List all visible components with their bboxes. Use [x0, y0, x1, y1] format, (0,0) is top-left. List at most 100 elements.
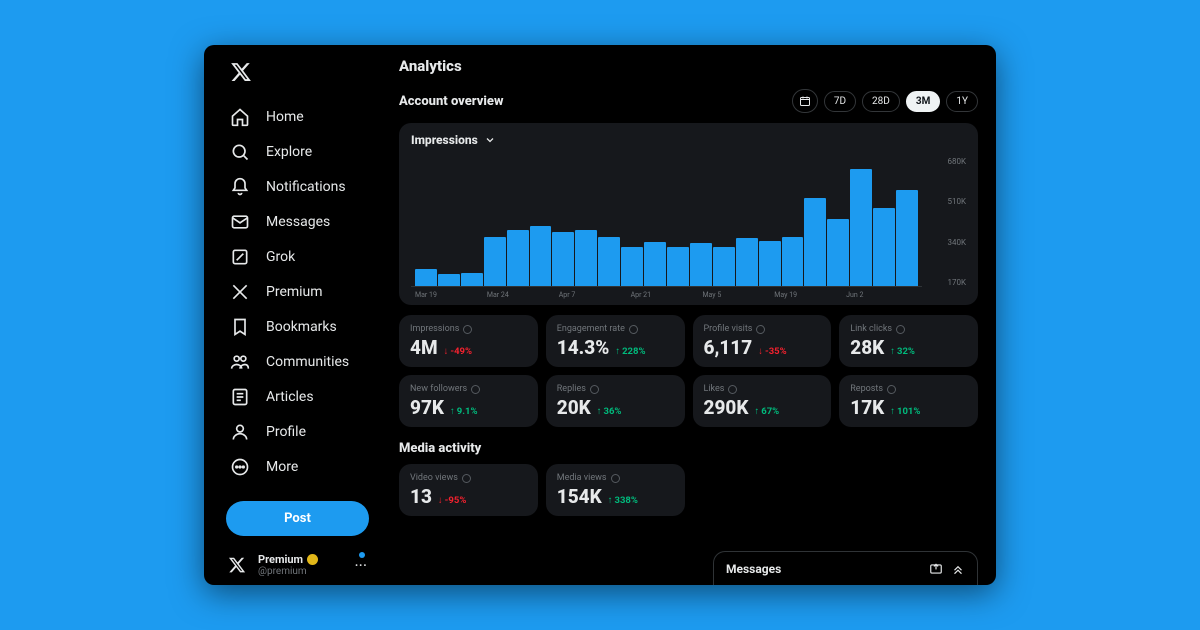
chart-bar[interactable]: [552, 232, 574, 286]
stat-card-reposts[interactable]: Reposts17K 101%: [839, 375, 978, 427]
chart-bar[interactable]: [621, 247, 643, 286]
chart-metric-selector[interactable]: Impressions: [411, 133, 966, 147]
articles-icon: [230, 387, 250, 407]
sidebar-item-bookmarks[interactable]: Bookmarks: [226, 311, 389, 343]
home-icon: [230, 107, 250, 127]
sidebar-item-premium[interactable]: Premium: [226, 276, 389, 308]
info-icon[interactable]: [590, 385, 599, 394]
sidebar-item-explore[interactable]: Explore: [226, 136, 389, 168]
sidebar-item-communities[interactable]: Communities: [226, 346, 389, 378]
stat-label: Replies: [557, 384, 586, 394]
chart-bars-area: [411, 155, 922, 287]
info-icon[interactable]: [896, 325, 905, 334]
x-logo[interactable]: [230, 61, 389, 87]
stat-value: 14.3%: [557, 336, 610, 359]
stat-delta: 338%: [608, 495, 638, 506]
range-3m[interactable]: 3M: [906, 91, 941, 112]
stat-card-replies[interactable]: Replies20K 36%: [546, 375, 685, 427]
bell-icon: [230, 177, 250, 197]
chart-bar[interactable]: [644, 242, 666, 286]
chart-bar[interactable]: [736, 238, 758, 286]
sidebar-item-profile[interactable]: Profile: [226, 416, 389, 448]
stat-card-impressions[interactable]: Impressions4M -49%: [399, 315, 538, 367]
sidebar: HomeExploreNotificationsMessages Grok Prem…: [204, 45, 389, 585]
chart-bar[interactable]: [713, 247, 735, 286]
x-avatar-icon: [226, 554, 248, 576]
stat-card-video-views[interactable]: Video views13 -95%: [399, 464, 538, 516]
stat-card-likes[interactable]: Likes290K 67%: [693, 375, 832, 427]
chart-bar[interactable]: [690, 243, 712, 286]
stat-delta: -49%: [444, 346, 472, 357]
sidebar-item-notifications[interactable]: Notifications: [226, 171, 389, 203]
calendar-icon: [799, 95, 811, 107]
info-icon[interactable]: [471, 385, 480, 394]
chart-bar[interactable]: [484, 237, 506, 286]
stat-label: Reposts: [850, 384, 883, 394]
messages-dock[interactable]: Messages: [713, 551, 978, 585]
chevron-down-icon: [484, 134, 496, 146]
chart-bar[interactable]: [575, 230, 597, 286]
stat-value: 13: [410, 485, 432, 508]
account-switcher[interactable]: Premium @premium ···: [226, 554, 369, 577]
stat-value: 6,117: [704, 336, 753, 359]
chart-bar[interactable]: [804, 198, 826, 286]
chart-bar[interactable]: [896, 190, 918, 286]
chart-bar[interactable]: [827, 219, 849, 286]
account-handle: @premium: [258, 566, 318, 577]
info-icon[interactable]: [463, 325, 472, 334]
new-message-icon[interactable]: [929, 562, 943, 576]
info-icon[interactable]: [887, 385, 896, 394]
mail-icon: [230, 212, 250, 232]
chart-bar[interactable]: [667, 247, 689, 286]
chart-bar[interactable]: [782, 237, 804, 286]
sidebar-item-articles[interactable]: Articles: [226, 381, 389, 413]
chart-bar[interactable]: [598, 237, 620, 286]
range-7d[interactable]: 7D: [824, 91, 856, 112]
more-icon: [230, 457, 250, 477]
chart-bar[interactable]: [415, 269, 437, 286]
sidebar-item-messages[interactable]: Messages: [226, 206, 389, 238]
date-picker-button[interactable]: [792, 89, 818, 113]
chart-bar[interactable]: [507, 230, 529, 286]
chart-bar[interactable]: [530, 226, 552, 286]
expand-up-icon[interactable]: [951, 562, 965, 576]
sidebar-item-home[interactable]: Home: [226, 101, 389, 133]
stat-label: Media views: [557, 473, 607, 483]
stat-value: 28K: [850, 336, 884, 359]
info-icon[interactable]: [462, 474, 471, 483]
stat-card-profile-visits[interactable]: Profile visits6,117 -35%: [693, 315, 832, 367]
sidebar-item-more[interactable]: More: [226, 451, 389, 483]
stat-delta: 228%: [615, 346, 645, 357]
info-icon[interactable]: [728, 385, 737, 394]
stat-value: 290K: [704, 396, 749, 419]
grok-icon: [230, 247, 250, 267]
chart-x-axis: Mar 19Mar 24Apr 7Apr 21May 5May 19Jun 2: [411, 287, 966, 299]
chart-bar[interactable]: [759, 241, 781, 286]
info-icon[interactable]: [611, 474, 620, 483]
bookmark-icon: [230, 317, 250, 337]
app-window: HomeExploreNotificationsMessagesGrokPrem…: [204, 45, 996, 585]
info-icon[interactable]: [756, 325, 765, 334]
chart-bar[interactable]: [873, 208, 895, 286]
post-button[interactable]: Post: [226, 501, 369, 536]
more-icon[interactable]: ···: [352, 556, 369, 575]
stat-delta: 67%: [755, 406, 780, 417]
chart-bar[interactable]: [461, 273, 483, 286]
stat-label: Profile visits: [704, 324, 753, 334]
info-icon[interactable]: [629, 325, 638, 334]
range-28d[interactable]: 28D: [862, 91, 900, 112]
stat-card-media-views[interactable]: Media views154K 338%: [546, 464, 685, 516]
sidebar-item-grok[interactable]: Grok: [226, 241, 389, 273]
range-1y[interactable]: 1Y: [946, 91, 978, 112]
page-title: Analytics: [399, 57, 978, 75]
stat-card-engagement-rate[interactable]: Engagement rate14.3% 228%: [546, 315, 685, 367]
notification-dot-icon: [359, 552, 365, 558]
sidebar-item-label: Grok: [266, 249, 295, 265]
chart-bar[interactable]: [850, 169, 872, 287]
stat-card-new-followers[interactable]: New followers97K 9.1%: [399, 375, 538, 427]
chart-bar[interactable]: [438, 274, 460, 286]
stat-card-link-clicks[interactable]: Link clicks28K 32%: [839, 315, 978, 367]
search-icon: [230, 142, 250, 162]
communities-icon: [230, 352, 250, 372]
media-stats-grid: Video views13 -95%Media views154K 338%: [399, 464, 978, 516]
